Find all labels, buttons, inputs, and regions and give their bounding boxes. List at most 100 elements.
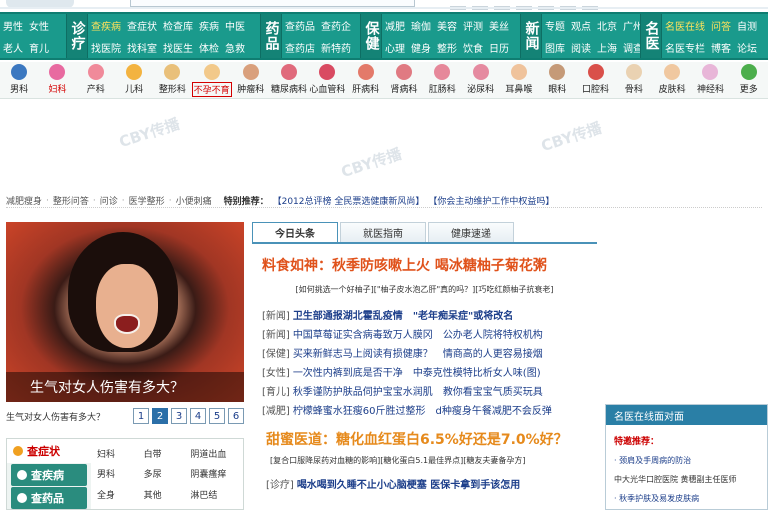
nav-link[interactable]: 健身 [408, 36, 434, 58]
expert-item[interactable]: · 颈肩及手周病的防治 [606, 447, 767, 466]
nav-link[interactable]: 观点 [568, 14, 594, 36]
nav-link[interactable]: 减肥 [382, 14, 408, 36]
news-item[interactable]: [女性] 一次性内裤到底是否干净 中泰克性模特比析女人味(图) [262, 362, 597, 381]
breadcrumb-item[interactable]: 医学整形 [129, 194, 165, 207]
nav-link[interactable]: 美容 [434, 14, 460, 36]
nav-link[interactable]: 自测 [734, 14, 760, 36]
department-link[interactable]: 男科 [0, 62, 38, 98]
page-button[interactable]: 6 [228, 408, 244, 424]
nav-link[interactable]: 疾病 [196, 14, 222, 36]
nav-link[interactable]: 检查库 [160, 14, 196, 36]
nav-link[interactable]: 评测 [460, 14, 486, 36]
nav-link[interactable]: 博客 [708, 36, 734, 58]
headline-2[interactable]: 甜蜜医道：糖化血红蛋白6.5%好还是7.0%好？ [252, 429, 597, 449]
news-item[interactable]: [保健] 买来新鲜志马上阅读有损健康？ 情商高的人更容易接烟 [262, 343, 597, 362]
nav-link[interactable]: 上海 [594, 36, 620, 58]
recommend-link[interactable]: 【你会主动维护工作中权益吗】 [428, 194, 554, 207]
symptom-link[interactable]: 其他 [144, 484, 191, 505]
department-link[interactable]: 肿瘤科 [232, 62, 270, 98]
nav-link[interactable]: 饮食 [460, 36, 486, 58]
department-link[interactable]: 心血管科 [308, 62, 346, 98]
tab-health-express[interactable]: 健康速递 [428, 222, 514, 242]
department-link[interactable]: 皮肤科 [653, 62, 691, 98]
search-input[interactable] [130, 0, 415, 7]
news-item[interactable]: [新闻] 卫生部通报湖北霍乱疫情 "老年痴呆症"或将改名 [262, 305, 597, 324]
expert-item[interactable]: · 秋季护肤及易发皮肤病 [606, 485, 767, 504]
hero-caption[interactable]: 生气对女人伤害有多大？ [6, 372, 244, 402]
nav-link[interactable]: 体检 [196, 36, 222, 58]
nav-link[interactable]: 新特药 [318, 36, 354, 58]
nav-group-title[interactable]: 名医 [640, 14, 662, 58]
symptom-link[interactable]: 白带 [144, 443, 191, 464]
nav-link[interactable]: 日历 [486, 36, 512, 58]
symptom-link[interactable]: 全身 [97, 484, 144, 505]
department-link[interactable]: 产科 [77, 62, 115, 98]
page-button-current[interactable]: 2 [152, 408, 168, 424]
department-link[interactable]: 耳鼻喉 [500, 62, 538, 98]
nav-link[interactable]: 美丝 [486, 14, 512, 36]
nav-group-title[interactable]: 诊疗 [66, 14, 88, 58]
slide-title[interactable]: 生气对女人伤害有多大？ [6, 410, 130, 423]
nav-link[interactable]: 育儿 [26, 36, 52, 58]
nav-link[interactable]: 男性 [0, 14, 26, 36]
nav-link[interactable]: 论坛 [734, 36, 760, 58]
department-link[interactable]: 肛肠科 [423, 62, 461, 98]
tab-symptom[interactable]: 查症状 [7, 439, 91, 463]
symptom-link[interactable]: 淋巴结 [190, 484, 237, 505]
nav-link[interactable]: 查药店 [282, 36, 318, 58]
page-button[interactable]: 3 [171, 408, 187, 424]
department-link[interactable]: 不孕不育 [191, 62, 232, 98]
department-link[interactable]: 整形科 [153, 62, 191, 98]
department-link[interactable]: 肾病科 [385, 62, 423, 98]
symptom-link[interactable]: 妇科 [97, 443, 144, 464]
headline[interactable]: 料食如神：秋季防咳嗽上火 喝冰糖柚子菊花粥 [252, 255, 597, 275]
department-link[interactable]: 泌尿科 [461, 62, 499, 98]
nav-link[interactable]: 问答 [708, 14, 734, 36]
department-link[interactable]: 肝病科 [347, 62, 385, 98]
breadcrumb-item[interactable]: 减肥瘦身 [6, 194, 42, 207]
nav-link[interactable]: 阅读 [568, 36, 594, 58]
nav-group-title[interactable]: 保健 [360, 14, 382, 58]
department-link[interactable]: 妇科 [38, 62, 76, 98]
symptom-link[interactable]: 男科 [97, 464, 144, 485]
symptom-link[interactable]: 阴道出血 [190, 443, 237, 464]
headline-sublinks[interactable]: [如何挑选一个好柚子]["柚子皮水泡乙肝"真的吗？][巧吃红颜柚子抗衰老] [252, 284, 597, 295]
page-button[interactable]: 4 [190, 408, 206, 424]
news-item[interactable]: [诊疗] 喝水喝到久睡不止小心脑梗塞 医保卡拿到手该怎用 [252, 476, 597, 491]
expert-item[interactable]: 中大光华口腔医院 黄穗副主任医师 [606, 466, 767, 485]
department-link[interactable]: 眼科 [538, 62, 576, 98]
breadcrumb-item[interactable]: 整形问答 [53, 194, 89, 207]
nav-link[interactable]: 找医生 [160, 36, 196, 58]
page-button[interactable]: 5 [209, 408, 225, 424]
nav-link[interactable]: 北京 [594, 14, 620, 36]
nav-link[interactable]: 查药企 [318, 14, 354, 36]
department-link[interactable]: 糖尿病科 [270, 62, 308, 98]
nav-link[interactable]: 名医在线 [662, 14, 708, 36]
nav-link[interactable]: 心理 [382, 36, 408, 58]
hero-image[interactable]: 生气对女人伤害有多大？ [6, 222, 244, 402]
department-link[interactable]: 儿科 [115, 62, 153, 98]
breadcrumb-item[interactable]: 问诊 [100, 194, 118, 207]
breadcrumb-item[interactable]: 小便刺痛 [176, 194, 212, 207]
department-link[interactable]: 骨科 [615, 62, 653, 98]
news-item[interactable]: [新闻] 中国草莓证实含病毒致万人膜冈 公办老人院将特权机构 [262, 324, 597, 343]
nav-link[interactable]: 图库 [542, 36, 568, 58]
tab-today-headline[interactable]: 今日头条 [252, 222, 338, 242]
nav-link[interactable]: 整形 [434, 36, 460, 58]
department-link[interactable]: 神经科 [691, 62, 729, 98]
nav-link[interactable]: 老人 [0, 36, 26, 58]
nav-link[interactable]: 名医专栏 [662, 36, 708, 58]
news-item[interactable]: [育儿] 秋季谨防护肤品伺护宝宝水润肌 教你看宝宝气质买玩具 [262, 381, 597, 400]
symptom-link[interactable]: 阴囊瘙痒 [190, 464, 237, 485]
symptom-link[interactable]: 多尿 [144, 464, 191, 485]
nav-link[interactable]: 女性 [26, 14, 52, 36]
tab-medical-guide[interactable]: 就医指南 [340, 222, 426, 242]
nav-link[interactable]: 找科室 [124, 36, 160, 58]
nav-link[interactable]: 瑜伽 [408, 14, 434, 36]
nav-group-title[interactable]: 新闻 [520, 14, 542, 58]
page-button[interactable]: 1 [133, 408, 149, 424]
recommend-link[interactable]: 【2012总评榜 全民票选健康新风尚】 [273, 194, 425, 207]
nav-link[interactable]: 找医院 [88, 36, 124, 58]
news-item[interactable]: [减肥] 柠檬蜂蜜水狂瘦60斤胜过整形 d种瘦身午餐减肥不会反弹 [262, 400, 597, 419]
tab-drug[interactable]: 查药品 [11, 487, 87, 509]
